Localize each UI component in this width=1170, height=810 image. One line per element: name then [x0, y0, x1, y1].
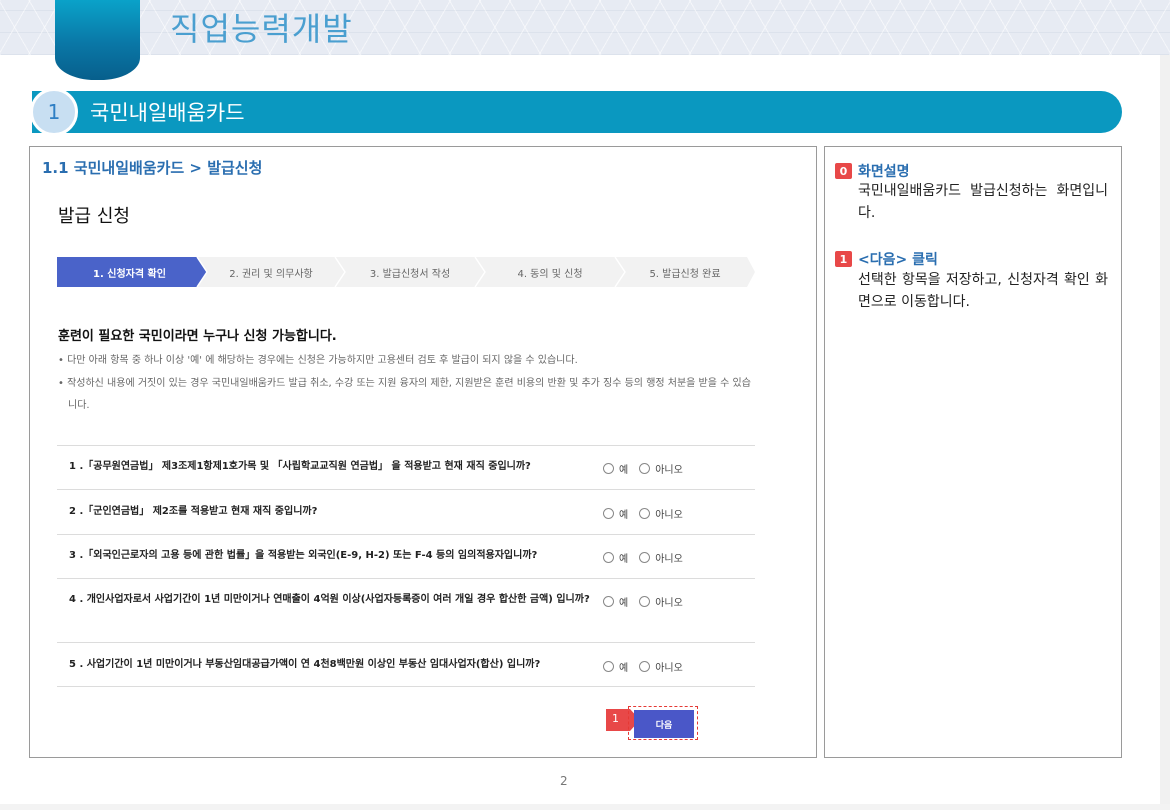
callout-marker-number: 1	[612, 712, 619, 725]
radio-icon	[603, 596, 614, 607]
next-button-highlight: 다음	[628, 706, 698, 740]
question-3-no-radio[interactable]: 아니오	[639, 550, 683, 565]
question-5-yes-radio[interactable]: 예	[603, 659, 628, 674]
table-row: 2 .「군인연금법」 제2조를 적용받고 현재 재직 중입니까? 예 아니오	[57, 489, 755, 534]
radio-icon	[603, 552, 614, 563]
question-4-no-radio[interactable]: 아니오	[639, 594, 683, 609]
question-4-yes-radio[interactable]: 예	[603, 594, 628, 609]
page-title: 발급 신청	[58, 206, 130, 227]
radio-icon	[639, 596, 651, 607]
question-4-text: 4 . 개인사업자로서 사업기간이 1년 미만이거나 연매출이 4억원 이상(사…	[69, 594, 590, 605]
section-number: 1	[30, 88, 78, 136]
question-2-yes-radio[interactable]: 예	[603, 506, 628, 521]
notice-bullet-1: • 다만 아래 항목 중 하나 이상 '예' 에 해당하는 경우에는 신청은 가…	[58, 355, 578, 366]
banner-title: 직업능력개발	[170, 10, 353, 48]
description-panel: 0 화면설명 국민내일배움카드 발급신청하는 화면입니다. 1 <다음> 클릭 …	[824, 146, 1122, 758]
step-2-label[interactable]: 2. 권리 및 의무사항	[202, 257, 340, 287]
desc-body-1: 선택한 항목을 저장하고, 신청자격 확인 화면으로 이동합니다.	[858, 272, 1108, 310]
step-indicator: 1. 신청자격 확인 2. 권리 및 의무사항 3. 발급신청서 작성 4. 동…	[57, 257, 757, 287]
desc-title-0: 화면설명	[858, 164, 910, 180]
radio-icon	[603, 661, 614, 672]
step-3-label[interactable]: 3. 발급신청서 작성	[340, 257, 480, 287]
desc-badge-0: 0	[835, 163, 852, 179]
question-5-no-radio[interactable]: 아니오	[639, 659, 683, 674]
step-1-label[interactable]: 1. 신청자격 확인	[57, 257, 202, 287]
table-row: 4 . 개인사업자로서 사업기간이 1년 미만이거나 연매출이 4억원 이상(사…	[57, 578, 755, 642]
page-number: 2	[560, 774, 568, 788]
radio-icon	[603, 508, 614, 519]
question-table: 1 .「공무원연금법」 제3조제1항제1호가목 및 「사립학교교직원 연금법」 …	[57, 445, 755, 687]
step-5-label[interactable]: 5. 발급신청 완료	[620, 257, 750, 287]
banner-tab	[55, 0, 140, 80]
table-row: 1 .「공무원연금법」 제3조제1항제1호가목 및 「사립학교교직원 연금법」 …	[57, 445, 755, 489]
question-1-options: 예 아니오	[603, 461, 694, 476]
screen-mockup-panel: 1.1 국민내일배움카드 > 발급신청 발급 신청 1. 신청자격 확인 2. …	[29, 146, 817, 758]
breadcrumb: 1.1 국민내일배움카드 > 발급신청	[42, 159, 263, 177]
table-row: 5 . 사업기간이 1년 미만이거나 부동산임대공급가액이 연 4천8백만원 이…	[57, 642, 755, 687]
desc-badge-1: 1	[835, 251, 852, 267]
question-2-options: 예 아니오	[603, 506, 694, 521]
notice-bullet-2: • 작성하신 내용에 거짓이 있는 경우 국민내일배움카드 발급 취소, 수강 …	[58, 378, 751, 411]
section-title: 국민내일배움카드	[90, 101, 245, 125]
step-4-label[interactable]: 4. 동의 및 신청	[480, 257, 620, 287]
question-3-yes-radio[interactable]: 예	[603, 550, 628, 565]
radio-icon	[639, 661, 651, 672]
question-1-yes-radio[interactable]: 예	[603, 461, 628, 476]
question-5-text: 5 . 사업기간이 1년 미만이거나 부동산임대공급가액이 연 4천8백만원 이…	[69, 659, 541, 670]
radio-icon	[603, 463, 614, 474]
intro-heading: 훈련이 필요한 국민이라면 누구나 신청 가능합니다.	[58, 329, 337, 344]
question-4-options: 예 아니오	[603, 594, 694, 609]
question-5-options: 예 아니오	[603, 659, 694, 674]
question-2-no-radio[interactable]: 아니오	[639, 506, 683, 521]
question-1-text: 1 .「공무원연금법」 제3조제1항제1호가목 및 「사립학교교직원 연금법」 …	[69, 461, 531, 472]
right-edge	[1160, 55, 1170, 810]
question-3-text: 3 .「외국인근로자의 고용 등에 관한 법률」을 적용받는 외국인(E-9, …	[69, 550, 538, 561]
radio-icon	[639, 552, 651, 563]
question-2-text: 2 .「군인연금법」 제2조를 적용받고 현재 재직 중입니까?	[69, 506, 318, 517]
table-row: 3 .「외국인근로자의 고용 등에 관한 법률」을 적용받는 외국인(E-9, …	[57, 534, 755, 578]
desc-title-1: <다음> 클릭	[858, 252, 938, 268]
question-3-options: 예 아니오	[603, 550, 694, 565]
radio-icon	[639, 463, 651, 474]
radio-icon	[639, 508, 651, 519]
next-button[interactable]: 다음	[634, 710, 694, 738]
question-1-no-radio[interactable]: 아니오	[639, 461, 683, 476]
bottom-line	[0, 804, 1170, 810]
desc-body-0: 국민내일배움카드 발급신청하는 화면입니다.	[858, 183, 1108, 221]
